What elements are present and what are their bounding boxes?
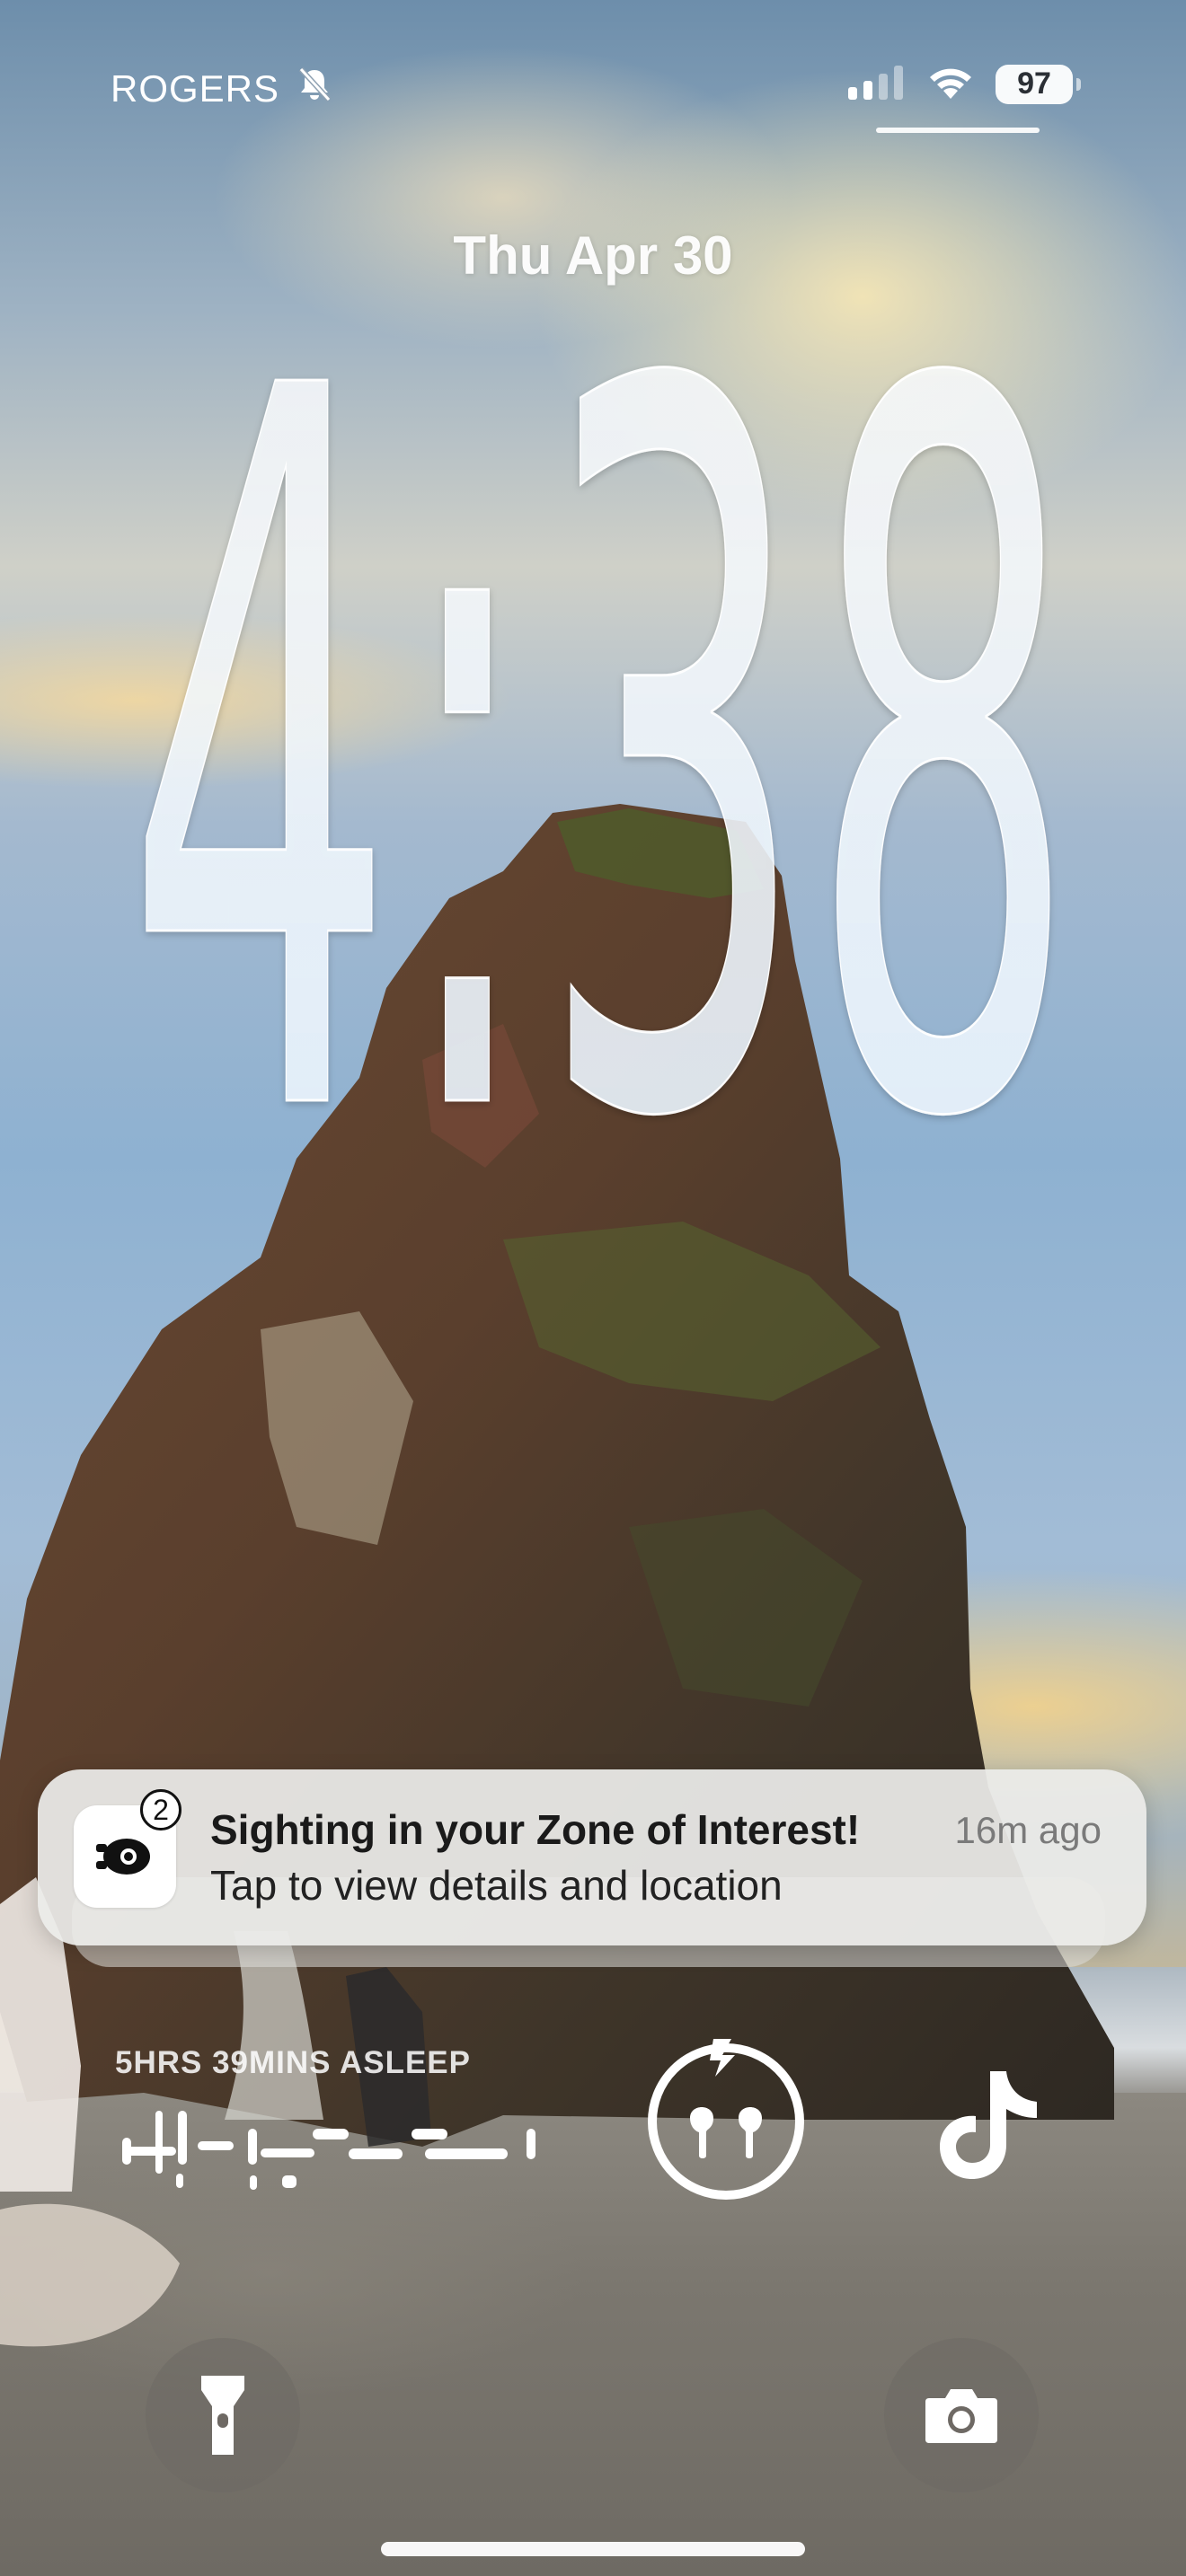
camera-button[interactable] <box>884 2338 1039 2492</box>
notification-title: Sighting in your Zone of Interest! <box>210 1806 861 1853</box>
airpods-charging-icon[interactable] <box>643 2039 809 2204</box>
notification-time: 16m ago <box>954 1809 1102 1851</box>
notification-card[interactable]: 2 Sighting in your Zone of Interest! 16m… <box>38 1769 1146 1945</box>
carrier-name: ROGERS <box>111 67 280 110</box>
battery-indicator: 97 <box>996 64 1081 104</box>
home-indicator[interactable] <box>381 2542 805 2556</box>
tiktok-icon[interactable] <box>934 2066 1042 2183</box>
notification-body: Tap to view details and location <box>210 1862 783 1909</box>
battery-level: 97 <box>1017 66 1051 101</box>
bell-slash-icon <box>296 66 333 112</box>
notification-center-handle[interactable] <box>876 128 1040 133</box>
notification-badge: 2 <box>140 1789 181 1831</box>
cellular-signal-icon <box>848 64 906 104</box>
clock-time: 4:38 <box>126 296 1078 1132</box>
lock-clock: 4:38 <box>125 296 1080 1132</box>
status-indicators: 97 <box>848 63 1081 105</box>
flashlight-button[interactable] <box>146 2338 300 2492</box>
flashlight-icon <box>201 2376 244 2455</box>
lock-date: Thu Apr 30 <box>453 225 733 286</box>
camera-icon <box>925 2389 997 2443</box>
status-carrier: ROGERS <box>111 66 333 112</box>
wifi-icon <box>925 63 976 105</box>
sleep-widget-label[interactable]: 5HRS 39MINS ASLEEP <box>115 2045 471 2081</box>
sleep-graph[interactable] <box>115 2093 546 2201</box>
